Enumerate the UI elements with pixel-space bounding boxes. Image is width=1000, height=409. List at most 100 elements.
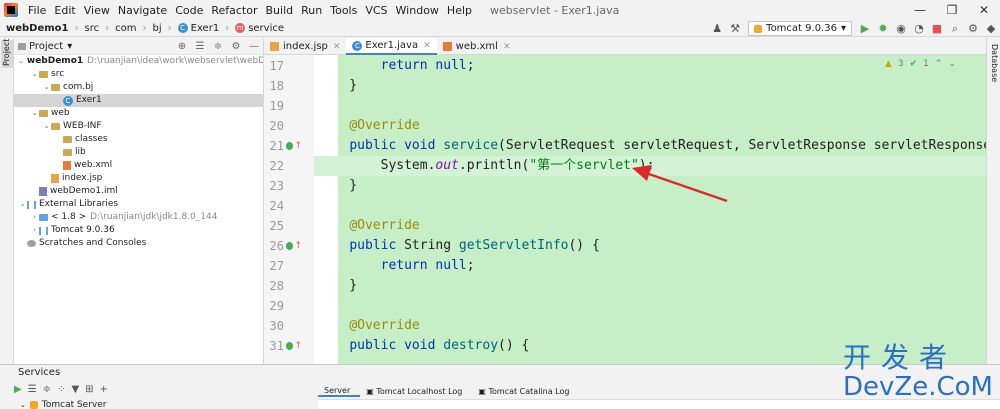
debug-icon[interactable]: ✹ [874,22,892,35]
menu-refactor[interactable]: Refactor [207,4,261,17]
locate-icon[interactable]: ⊕ [173,41,191,52]
breadcrumb-service[interactable]: service [248,23,284,34]
project-panel-title[interactable]: Project [29,41,63,52]
code-line[interactable]: return null; [318,56,475,76]
chevron-right-icon[interactable]: › [30,211,39,224]
code-line[interactable]: @Override [318,316,419,336]
override-method-icon[interactable]: ↑ [286,236,302,256]
tab-index-jsp[interactable]: index.jsp ✕ [264,38,346,55]
menu-code[interactable]: Code [171,4,207,17]
code-line[interactable]: return null; [318,256,475,276]
menu-build[interactable]: Build [262,4,298,17]
tree-item[interactable]: classes [14,133,263,146]
code-line[interactable]: public void destroy() { [318,336,529,356]
tree-item[interactable]: ⌄ webDemo1 D:\ruanjian\idea\work\webservle… [14,55,263,68]
menu-view[interactable]: View [80,4,114,17]
hide-icon[interactable]: — [245,41,263,52]
expand-all-icon[interactable]: ☰ [191,41,209,52]
chevron-down-icon[interactable]: ⌄ [18,198,27,211]
breadcrumb-project[interactable]: webDemo1 [6,23,69,34]
run-icon[interactable]: ▶ [14,384,22,395]
restore-icon[interactable]: ❐ [936,0,968,20]
tab-exer1-java[interactable]: C Exer1.java ✕ [346,38,437,55]
override-method-icon[interactable]: ↑ [286,336,302,356]
code-line[interactable]: System.out.println("第一个servlet"); [314,156,986,176]
group-icon[interactable]: ⁘ [57,384,65,395]
chevron-down-icon[interactable]: ⌄ [30,68,39,81]
chevron-down-icon[interactable]: ⌄ [42,120,51,133]
profile-icon[interactable]: ◔ [910,22,928,35]
tree-item[interactable]: ⌄ External Libraries [14,198,263,211]
menu-navigate[interactable]: Navigate [114,4,171,17]
user-icon[interactable]: ♟ [708,22,726,35]
tree-item[interactable]: › Tomcat 9.0.36 [14,224,263,237]
chevron-down-icon[interactable]: ⌄ [20,401,26,409]
tree-item[interactable]: ⌄ src [14,68,263,81]
menu-window[interactable]: Window [392,4,443,17]
code-line[interactable]: @Override [318,116,419,136]
tree-item[interactable]: ⌄ WEB-INF [14,120,263,133]
code-line[interactable]: public void service(ServletRequest servl… [318,136,986,156]
tree-item[interactable]: ⌄ web [14,107,263,120]
gear-icon[interactable]: ⚙ [964,22,982,35]
close-icon[interactable]: ✕ [503,42,511,52]
tab-web-xml[interactable]: web.xml ✕ [437,38,517,55]
menu-run[interactable]: Run [297,4,326,17]
code-line[interactable]: public String getServletInfo() { [318,236,599,256]
close-icon[interactable]: ✕ [968,0,1000,20]
breadcrumb-com[interactable]: com [115,23,136,34]
menu-help[interactable]: Help [443,4,476,17]
services-tree-item[interactable]: ⌄ Tomcat Server [20,400,106,409]
menu-file[interactable]: File [24,4,50,17]
expand-all-icon[interactable]: ☰ [28,384,37,395]
code-line[interactable]: } [318,176,357,196]
code-line[interactable]: } [318,276,357,296]
tree-item[interactable]: lib [14,146,263,159]
chevron-down-icon[interactable]: ▾ [67,41,72,52]
collapse-all-icon[interactable]: ≑ [209,41,227,52]
code-area[interactable]: return null; } @Override public void ser… [314,55,986,364]
breadcrumb-exer1[interactable]: Exer1 [191,23,220,34]
chevron-right-icon[interactable]: › [30,224,39,237]
coverage-icon[interactable]: ◉ [892,22,910,35]
run-configuration-select[interactable]: Tomcat 9.0.36 ▾ [748,21,852,36]
project-tool-tab[interactable]: Project [1,39,13,68]
close-icon[interactable]: ✕ [333,42,341,52]
build-hammer-icon[interactable]: ⚒ [726,22,744,35]
code-line[interactable]: @Override [318,216,419,236]
gear-icon[interactable]: ⚙ [227,41,245,52]
tab-tomcat-catalina-log[interactable]: ▣ Tomcat Catalina Log [472,387,579,396]
tab-tomcat-localhost-log[interactable]: ▣ Tomcat Localhost Log [360,387,472,396]
chevron-down-icon[interactable]: ⌄ [30,107,39,120]
tree-item[interactable]: ⌄ com.bj [14,81,263,94]
tree-item[interactable]: webDemo1.iml [14,185,263,198]
database-tool-tab[interactable]: Database [990,44,999,82]
chevron-down-icon[interactable]: ⌄ [18,55,24,68]
run-icon[interactable]: ▶ [856,22,874,35]
search-icon[interactable]: ⌕ [946,22,964,36]
minimize-icon[interactable]: — [904,0,936,20]
close-icon[interactable]: ✕ [423,41,431,51]
filter-icon[interactable]: ▼ [71,384,79,395]
plugin-icon[interactable]: ◆ [982,22,1000,35]
tree-item[interactable]: C Exer1 [14,94,263,107]
tab-server[interactable]: Server [318,386,361,397]
tree-item[interactable]: index.jsp [14,172,263,185]
tree-item[interactable]: Scratches and Consoles [14,237,263,250]
stop-icon[interactable]: ■ [928,22,946,35]
tree-item[interactable]: web.xml [14,159,263,172]
inspection-widget[interactable]: ▲ 3 ✔ 1 ⌃ ⌄ [885,59,956,69]
chevron-up-icon[interactable]: ⌃ [935,59,943,69]
breadcrumb-src[interactable]: src [85,23,100,34]
override-method-icon[interactable]: ↑ [286,136,302,156]
breadcrumb-bj[interactable]: bj [152,23,161,34]
menu-tools[interactable]: Tools [326,4,361,17]
code-editor[interactable]: 17 18 19 20 21 ↑ 22 23 24 25 26 ↑ 27 28 29 30 31 ↑ return… [264,55,986,364]
chevron-down-icon[interactable]: ⌄ [948,59,956,69]
chevron-down-icon[interactable]: ⌄ [42,81,51,94]
menu-edit[interactable]: Edit [50,4,79,17]
new-tab-icon[interactable]: ⊞ [85,384,93,395]
collapse-all-icon[interactable]: ≑ [43,384,51,395]
add-icon[interactable]: + [100,384,108,395]
menu-vcs[interactable]: VCS [361,4,391,17]
